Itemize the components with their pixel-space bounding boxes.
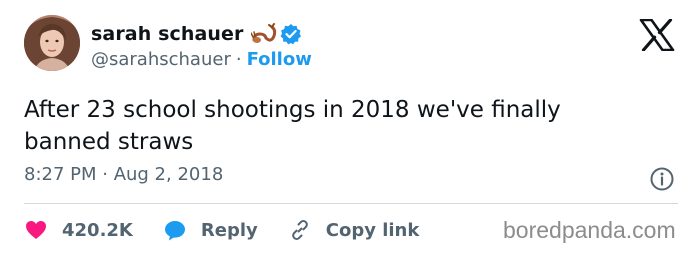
action-bar: 420.2K Reply Copy link	[24, 214, 419, 246]
scorpion-icon	[251, 23, 277, 43]
author-handle[interactable]: @sarahschauer	[91, 49, 231, 70]
boredpanda-watermark: boredpanda.com	[503, 217, 676, 243]
copy-link-label: Copy link	[325, 219, 420, 241]
avatar[interactable]	[24, 15, 80, 71]
author-handle-row: @sarahschauer · Follow	[91, 47, 312, 71]
reply-button[interactable]: Reply	[163, 218, 258, 242]
copy-link-button[interactable]: Copy link	[288, 218, 420, 242]
reply-label: Reply	[200, 219, 258, 241]
avatar-photo	[24, 15, 80, 71]
like-count: 420.2K	[62, 219, 133, 241]
author-name[interactable]: sarah schauer	[91, 23, 243, 45]
tweet-text: After 23 school shootings in 2018 we've …	[24, 94, 664, 158]
author-name-row: sarah schauer	[91, 21, 302, 47]
info-icon[interactable]	[649, 166, 675, 192]
like-button[interactable]: 420.2K	[24, 218, 133, 242]
tweet-text-line-2: banned straws	[24, 129, 194, 155]
reply-bubble-icon	[164, 221, 185, 241]
x-logo-icon[interactable]	[639, 19, 675, 51]
follow-button[interactable]: Follow	[247, 49, 312, 70]
tweet-timestamp[interactable]: 8:27 PM · Aug 2, 2018	[24, 164, 223, 185]
link-icon	[291, 220, 308, 240]
heart-icon	[26, 221, 46, 239]
divider	[24, 203, 678, 204]
separator-dot: ·	[235, 48, 242, 70]
tweet-text-line-1: After 23 school shootings in 2018 we've …	[24, 97, 561, 123]
verified-badge-icon	[281, 24, 302, 45]
